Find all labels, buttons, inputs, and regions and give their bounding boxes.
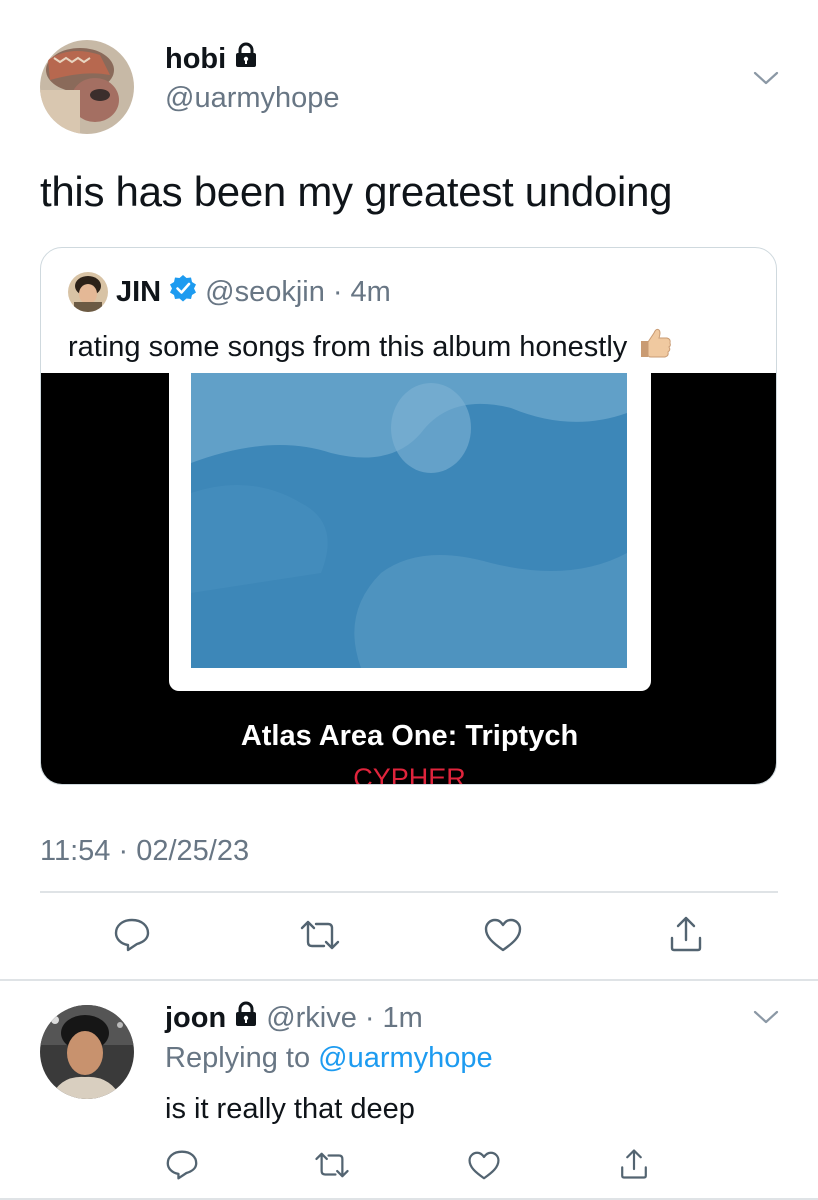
quoted-separator: · (332, 275, 343, 308)
reply-author-name[interactable]: joon (165, 1002, 226, 1035)
quoted-age: 4m (350, 275, 391, 308)
replying-to: Replying to @uarmyhope (165, 1042, 493, 1075)
quoted-tweet-card[interactable]: JIN @seokjin · 4m rating some songs from… (40, 247, 777, 785)
quoted-author-avatar (68, 272, 108, 312)
chevron-down-icon[interactable] (750, 1005, 782, 1029)
like-icon[interactable] (464, 1145, 504, 1185)
quoted-tweet-text: rating some songs from this album honest… (68, 330, 628, 363)
retweet-icon[interactable] (296, 915, 344, 955)
reply-text: is it really that deep (165, 1093, 415, 1125)
replying-to-handle[interactable]: @uarmyhope (318, 1042, 493, 1074)
reply-author-avatar[interactable] (40, 1005, 134, 1099)
author-name-row: hobi (165, 42, 258, 76)
reply-age: 1m (382, 1001, 423, 1034)
reply-icon[interactable] (162, 1145, 202, 1185)
chevron-down-icon[interactable] (750, 66, 782, 90)
quoted-tweet-text-row: rating some songs from this album honest… (68, 325, 673, 369)
author-name[interactable]: hobi (165, 43, 226, 76)
divider (40, 891, 778, 893)
divider (0, 1198, 818, 1200)
share-icon[interactable] (614, 1143, 654, 1185)
quoted-tweet-header: JIN @seokjin · 4m (68, 272, 391, 312)
lock-icon (234, 42, 258, 76)
tweet-text: this has been my greatest undoing (40, 168, 673, 215)
quoted-media[interactable]: Atlas Area One: Triptych CYPHER (41, 373, 776, 785)
replying-to-label: Replying to (165, 1042, 311, 1074)
album-title: Atlas Area One: Triptych (240, 720, 579, 752)
tweet-timestamp[interactable]: 11:54 · 02/25/23 (40, 835, 249, 868)
divider (0, 979, 818, 981)
author-avatar[interactable] (40, 40, 134, 134)
album-cover-art (191, 373, 627, 668)
share-icon[interactable] (664, 912, 708, 956)
reply-author-handle[interactable]: @rkive (266, 1002, 357, 1035)
retweet-icon[interactable] (310, 1145, 354, 1185)
thumbs-up-emoji (637, 325, 673, 369)
like-icon[interactable] (481, 915, 525, 955)
verified-badge-icon (169, 274, 197, 310)
reply-icon[interactable] (110, 915, 154, 955)
album-subtitle: CYPHER (353, 763, 466, 785)
lock-icon (234, 1001, 258, 1035)
quoted-author-name[interactable]: JIN (116, 276, 161, 309)
reply-header: joon @rkive · 1m (165, 1001, 423, 1035)
quoted-author-handle[interactable]: @seokjin (205, 276, 325, 309)
author-handle[interactable]: @uarmyhope (165, 82, 340, 115)
reply-separator: · (364, 1001, 375, 1034)
